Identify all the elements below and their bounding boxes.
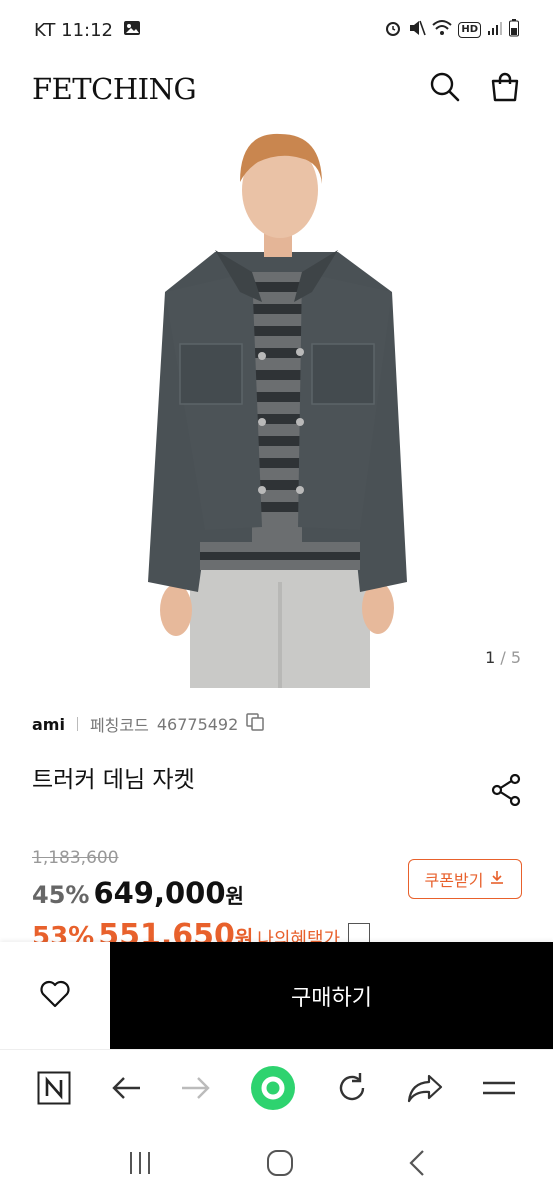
meta-divider bbox=[76, 717, 78, 731]
wishlist-button[interactable] bbox=[0, 942, 110, 1049]
product-image[interactable] bbox=[0, 122, 553, 688]
back-arrow-icon[interactable] bbox=[110, 1075, 142, 1105]
image-counter-current: 1 bbox=[485, 648, 496, 667]
system-nav-bar bbox=[0, 1129, 553, 1200]
search-icon[interactable] bbox=[429, 71, 461, 107]
image-counter-separator: / bbox=[495, 648, 511, 667]
coupon-label: 쿠폰받기 bbox=[424, 871, 484, 890]
price-row: 45% 649,000 원 bbox=[32, 876, 244, 910]
status-bar: KT 11:12 HD bbox=[0, 0, 553, 60]
home-green-icon[interactable] bbox=[250, 1065, 296, 1115]
recent-apps-icon[interactable] bbox=[127, 1150, 153, 1180]
forward-arrow-icon[interactable] bbox=[180, 1075, 212, 1105]
fetching-logo[interactable]: FETCHING bbox=[32, 72, 197, 106]
fetching-code-label: 페칭코드 bbox=[89, 716, 149, 735]
alarm-icon bbox=[384, 19, 402, 42]
system-back-icon[interactable] bbox=[407, 1149, 427, 1181]
signal-icon bbox=[487, 20, 503, 41]
fetching-code: 46775492 bbox=[156, 714, 239, 734]
home-icon[interactable] bbox=[266, 1149, 294, 1181]
image-counter: 1 / 5 bbox=[485, 648, 521, 667]
sale-price: 649,000 bbox=[93, 876, 226, 910]
mute-icon bbox=[408, 19, 427, 42]
discount-rate: 45% bbox=[32, 881, 90, 909]
purchase-bar: 구매하기 bbox=[0, 942, 553, 1049]
coupon-button[interactable]: 쿠폰받기 bbox=[408, 859, 522, 899]
browser-toolbar bbox=[0, 1049, 553, 1129]
naver-icon[interactable] bbox=[37, 1071, 71, 1109]
brand-name[interactable]: ami bbox=[32, 715, 65, 734]
image-counter-total: 5 bbox=[510, 648, 521, 667]
hd-icon: HD bbox=[458, 22, 481, 38]
product-meta: ami 페칭코드 46775492 bbox=[32, 712, 265, 736]
shopping-bag-icon[interactable] bbox=[489, 71, 521, 107]
heart-icon bbox=[39, 979, 71, 1013]
battery-icon bbox=[509, 18, 519, 42]
price-currency: 원 bbox=[225, 884, 244, 908]
refresh-icon[interactable] bbox=[335, 1071, 369, 1109]
buy-button[interactable]: 구매하기 bbox=[110, 942, 553, 1049]
original-price: 1,183,600 bbox=[32, 848, 119, 868]
image-icon bbox=[123, 20, 141, 41]
status-carrier-time: KT 11:12 bbox=[34, 19, 113, 41]
copy-icon[interactable] bbox=[246, 713, 265, 735]
download-icon bbox=[489, 869, 505, 889]
app-header: FETCHING bbox=[0, 60, 553, 118]
wifi-icon bbox=[432, 19, 452, 42]
share-icon[interactable] bbox=[490, 773, 522, 810]
share-arrow-icon[interactable] bbox=[407, 1073, 443, 1107]
product-title: 트러커 데님 자켓 bbox=[32, 767, 195, 793]
menu-icon[interactable] bbox=[482, 1077, 516, 1103]
